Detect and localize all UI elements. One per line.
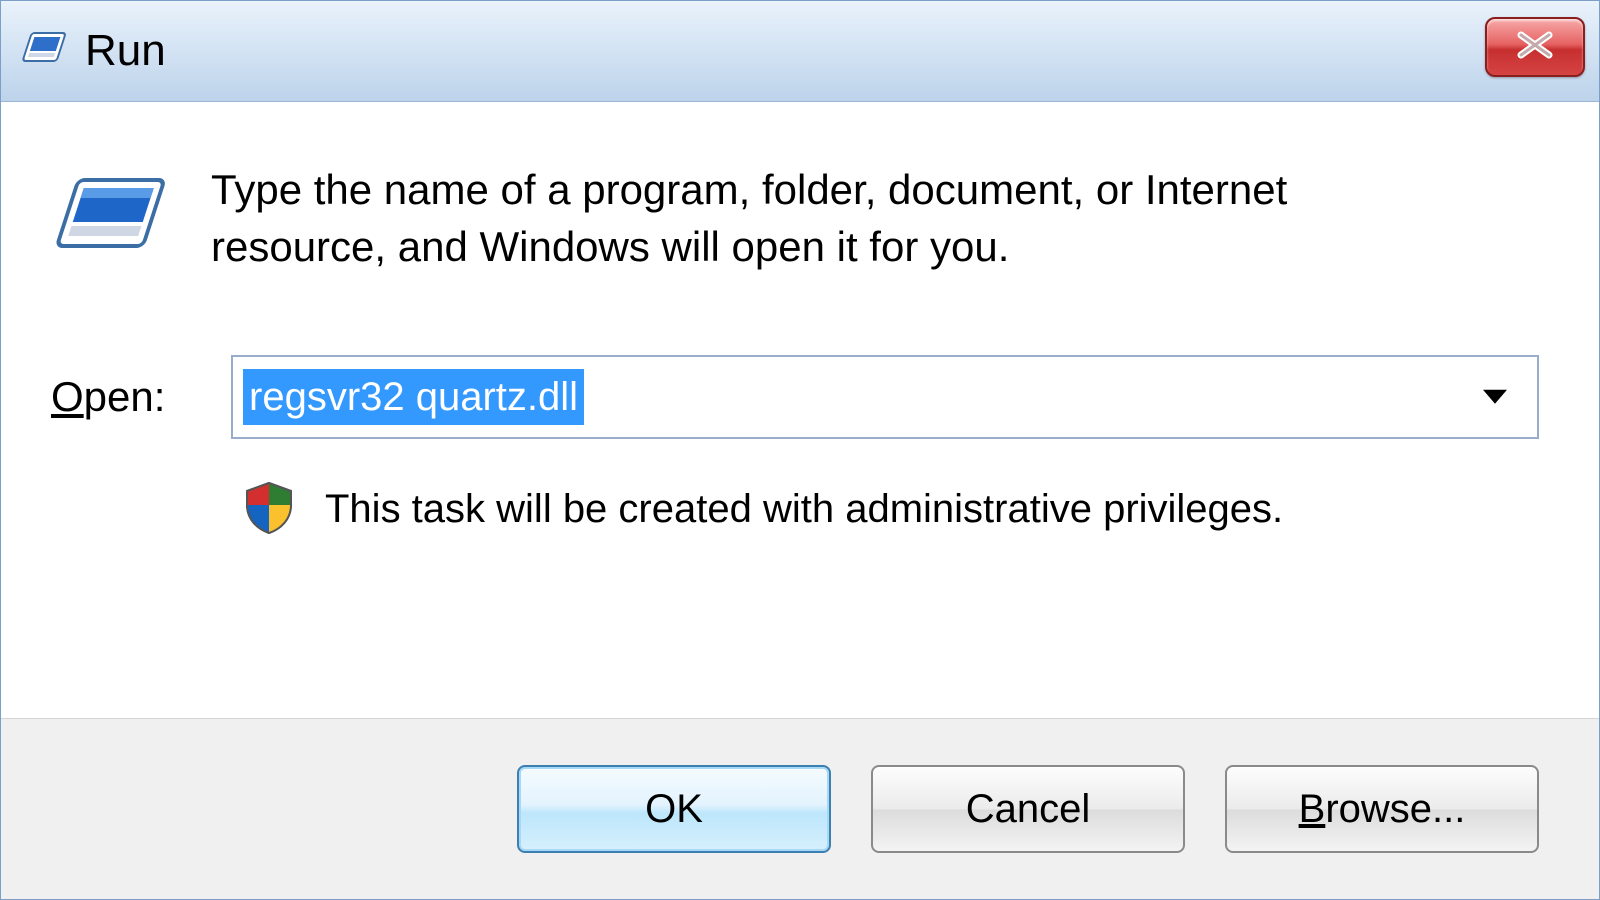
ok-button[interactable]: OK — [517, 765, 831, 853]
admin-privileges-text: This task will be created with administr… — [325, 487, 1283, 532]
window-title: Run — [85, 26, 166, 76]
open-combobox[interactable]: regsvr32 quartz.dll — [231, 355, 1539, 439]
dialog-body: Type the name of a program, folder, docu… — [1, 102, 1599, 718]
chevron-down-icon[interactable] — [1481, 388, 1509, 411]
close-icon — [1513, 29, 1557, 66]
open-input-value[interactable]: regsvr32 quartz.dll — [243, 369, 584, 425]
run-dialog-window: Run — [0, 0, 1600, 900]
browse-button[interactable]: Browse... — [1225, 765, 1539, 853]
run-icon — [19, 29, 67, 74]
button-bar: OK Cancel Browse... — [1, 718, 1599, 899]
cancel-button[interactable]: Cancel — [871, 765, 1185, 853]
close-button[interactable] — [1485, 17, 1585, 77]
run-icon-large — [51, 172, 171, 267]
titlebar[interactable]: Run — [1, 1, 1599, 102]
shield-icon — [241, 479, 297, 540]
description-text: Type the name of a program, folder, docu… — [211, 162, 1411, 275]
open-label: Open: — [51, 373, 231, 421]
